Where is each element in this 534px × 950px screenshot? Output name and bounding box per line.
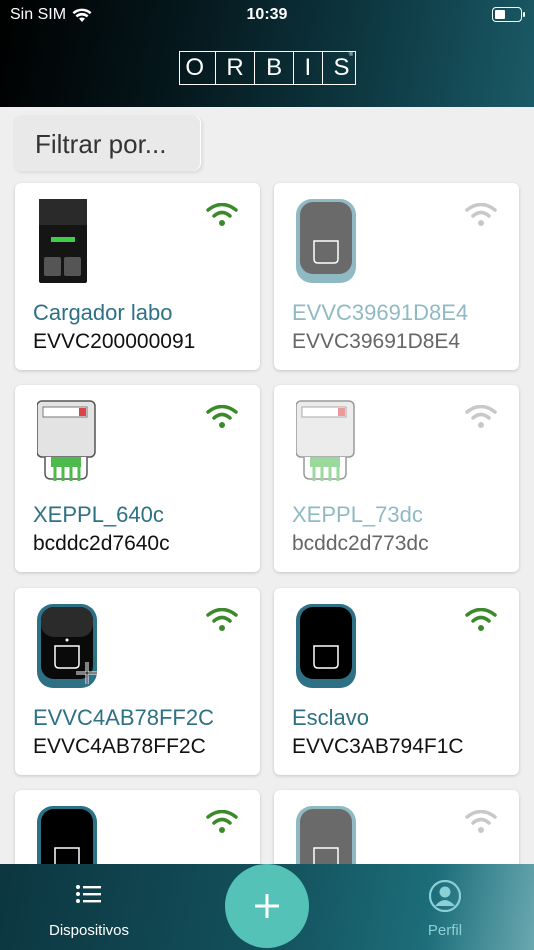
wifi-online-icon xyxy=(206,203,238,226)
plus-icon xyxy=(255,894,279,918)
wifi-online-icon xyxy=(206,608,238,631)
user-icon xyxy=(429,880,461,912)
meter-icon xyxy=(37,400,96,481)
tab-devices-label: Dispositivos xyxy=(48,922,130,939)
device-name: XEPPL_73dc xyxy=(292,502,423,527)
device-name: EVVC39691D8E4 xyxy=(292,300,469,325)
device-serial: EVVC200000091 xyxy=(33,330,196,353)
logo-letter: S xyxy=(333,54,350,81)
wifi-offline-icon xyxy=(465,405,497,428)
battery-icon xyxy=(492,7,525,22)
logo-letter: B xyxy=(266,54,283,81)
wifi-online-icon xyxy=(465,608,497,631)
filter-box[interactable] xyxy=(13,115,205,171)
device-name: Esclavo xyxy=(292,705,370,730)
tab-devices[interactable]: Dispositivos xyxy=(14,864,164,950)
device-name: EVVC4AB78FF2C xyxy=(33,705,214,730)
registered-mark: ® xyxy=(348,52,353,58)
device-serial: EVVC3AB794F1C xyxy=(292,735,464,758)
device-card[interactable]: Cargador labo EVVC200000091 xyxy=(15,183,260,370)
add-device-button[interactable] xyxy=(225,864,309,948)
wifi-online-icon xyxy=(206,405,238,428)
device-serial: EVVC39691D8E4 xyxy=(292,330,461,353)
tab-profile-label: Perfil xyxy=(427,922,463,939)
status-bar: Sin SIM 10:39 xyxy=(0,0,534,30)
device-card[interactable]: Esclavo EVVC3AB794F1C xyxy=(274,588,519,775)
wifi-offline-icon xyxy=(465,203,497,226)
logo-letter: R xyxy=(226,54,244,81)
device-card[interactable]: EVVC4AB78FF2C EVVC4AB78FF2C xyxy=(15,588,260,775)
device-name: XEPPL_640c xyxy=(33,502,164,527)
device-card[interactable]: XEPPL_73dc bcddc2d773dc xyxy=(274,385,519,572)
filter-input[interactable] xyxy=(35,129,205,160)
wifi-online-icon xyxy=(206,810,238,833)
device-name: Cargador labo xyxy=(33,300,173,325)
logo-letter: I xyxy=(304,54,312,81)
charger-wallbox-icon xyxy=(296,199,356,283)
device-card[interactable]: EVVC39691D8E4 EVVC39691D8E4 xyxy=(274,183,519,370)
device-serial: EVVC4AB78FF2C xyxy=(33,735,206,758)
list-icon xyxy=(76,885,101,903)
app-header: Sin SIM 10:39 O R B I S ® xyxy=(0,0,534,107)
logo-letter: O xyxy=(185,54,205,81)
device-serial: bcddc2d773dc xyxy=(292,532,429,555)
charger-box-icon xyxy=(39,199,87,283)
wifi-offline-icon xyxy=(465,810,497,833)
orbis-logo: O R B I S ® xyxy=(179,51,356,85)
device-serial: bcddc2d7640c xyxy=(33,532,170,555)
charger-wallbox-icon xyxy=(296,604,356,688)
status-time: 10:39 xyxy=(246,6,288,23)
charger-wallbox-icon xyxy=(37,604,97,688)
meter-icon xyxy=(296,400,355,481)
device-card[interactable]: XEPPL_640c bcddc2d7640c xyxy=(15,385,260,572)
tab-profile[interactable]: Perfil xyxy=(370,864,520,950)
